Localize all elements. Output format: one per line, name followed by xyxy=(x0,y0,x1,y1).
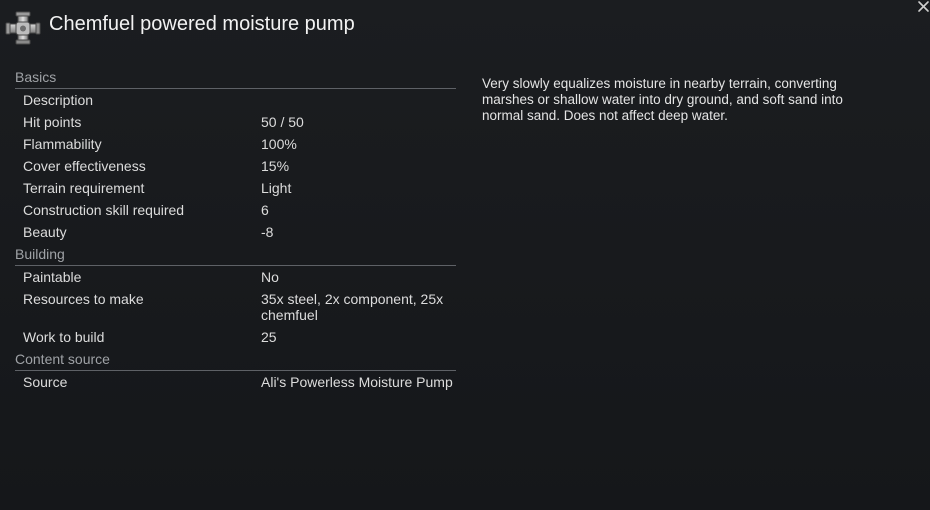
stat-value: Ali's Powerless Moisture Pump xyxy=(261,374,453,390)
stat-value: 100% xyxy=(261,136,297,152)
stat-value: 25 xyxy=(261,329,277,345)
stat-value: 50 / 50 xyxy=(261,114,304,130)
category-content-source: Content source xyxy=(15,348,456,371)
stat-value: 6 xyxy=(261,202,269,218)
stat-row-cover-effectiveness[interactable]: Cover effectiveness 15% xyxy=(15,155,456,177)
stat-value: Light xyxy=(261,180,292,196)
stat-value: -8 xyxy=(261,224,274,240)
stat-value: 15% xyxy=(261,158,290,174)
stat-label: Beauty xyxy=(23,224,67,240)
category-header: Content source xyxy=(15,351,110,367)
stat-label: Cover effectiveness xyxy=(23,158,146,174)
moisture-pump-icon xyxy=(5,11,41,45)
category-header: Building xyxy=(15,246,65,262)
stat-row-paintable[interactable]: Paintable No xyxy=(15,266,456,288)
category-header: Basics xyxy=(15,69,57,85)
stat-label: Source xyxy=(23,374,68,390)
stat-label: Construction skill required xyxy=(23,202,185,218)
category-building: Building xyxy=(15,243,456,266)
close-icon[interactable] xyxy=(916,0,930,14)
info-card-window: Chemfuel powered moisture pump Basics De… xyxy=(0,0,930,510)
stat-label: Work to build xyxy=(23,329,105,345)
stat-row-hit-points[interactable]: Hit points 50 / 50 xyxy=(15,111,456,133)
stat-row-beauty[interactable]: Beauty -8 xyxy=(15,221,456,243)
stat-row-description[interactable]: Description xyxy=(15,89,456,111)
stat-row-resources-to-make[interactable]: Resources to make 35x steel, 2x componen… xyxy=(15,288,456,326)
stat-row-source[interactable]: Source Ali's Powerless Moisture Pump xyxy=(15,371,456,393)
stat-label: Paintable xyxy=(23,269,82,285)
stat-row-work-to-build[interactable]: Work to build 25 xyxy=(15,326,456,348)
stat-value xyxy=(261,92,456,108)
stat-value: No xyxy=(261,269,279,285)
description-text: Very slowly equalizes moisture in nearby… xyxy=(482,76,843,123)
stat-row-construction-skill[interactable]: Construction skill required 6 xyxy=(15,199,456,221)
stat-label: Hit points xyxy=(23,114,82,130)
stat-row-flammability[interactable]: Flammability 100% xyxy=(15,133,456,155)
stat-value: 35x steel, 2x component, 25x chemfuel xyxy=(261,291,444,323)
stat-label: Terrain requirement xyxy=(23,180,145,196)
stat-label: Flammability xyxy=(23,136,102,152)
stat-row-terrain-requirement[interactable]: Terrain requirement Light xyxy=(15,177,456,199)
stat-label: Resources to make xyxy=(23,291,144,307)
stats-panel: Basics Description Hit points 50 / 50 Fl… xyxy=(15,66,456,393)
category-basics: Basics xyxy=(15,66,456,89)
window-title: Chemfuel powered moisture pump xyxy=(49,13,355,35)
window-header: Chemfuel powered moisture pump xyxy=(0,0,930,56)
stat-label: Description xyxy=(23,92,94,108)
